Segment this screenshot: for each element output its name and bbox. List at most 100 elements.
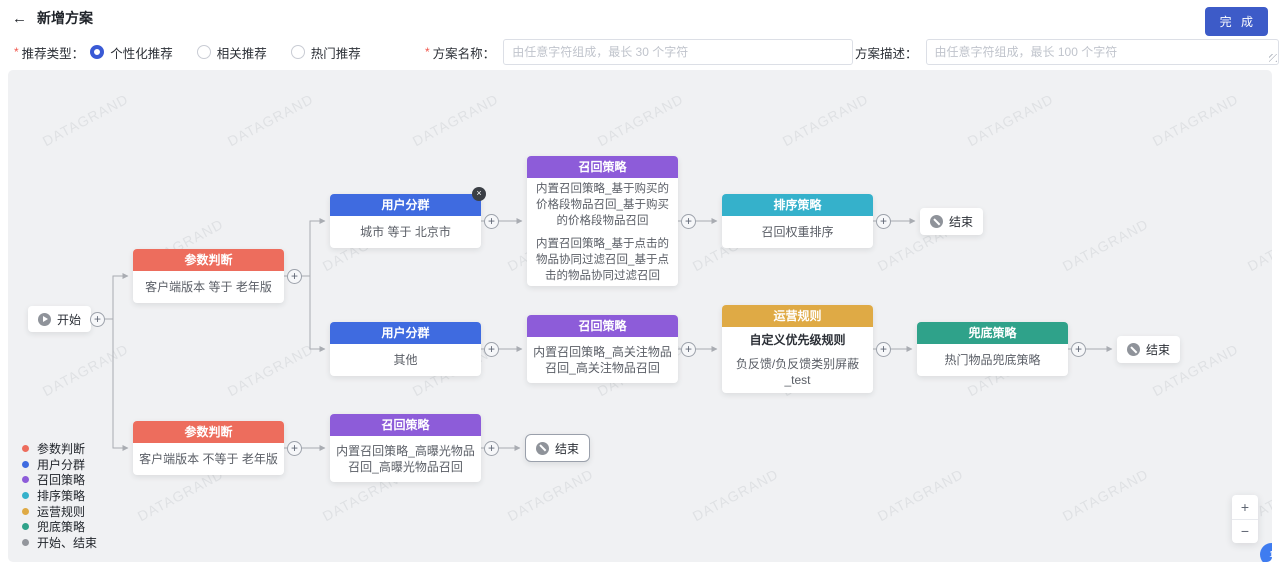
node-strategy: 内置召回策略_高曝光物品召回_高曝光物品召回 bbox=[336, 443, 475, 475]
add-node-button[interactable]: + bbox=[1071, 342, 1086, 357]
add-node-button[interactable]: + bbox=[876, 342, 891, 357]
legend-item: 排序策略 bbox=[22, 488, 97, 504]
legend-label: 运营规则 bbox=[37, 503, 85, 520]
node-condition: 客户端版本 不等于 老年版 bbox=[139, 451, 278, 467]
node-condition: 城市 等于 北京市 bbox=[360, 224, 451, 240]
legend-dot-segment bbox=[22, 461, 29, 468]
legend-dot-param bbox=[22, 445, 29, 452]
radio-label: 个性化推荐 bbox=[110, 43, 173, 62]
node-user-segment-2[interactable]: 用户分群 其他 bbox=[330, 322, 481, 376]
node-body: 内置召回策略_基于购买的价格段物品召回_基于购买的价格段物品召回 内置召回策略_… bbox=[527, 178, 678, 286]
legend-label: 兜底策略 bbox=[37, 518, 85, 535]
plan-name-input[interactable] bbox=[503, 39, 853, 65]
node-strategy: 内置召回策略_基于购买的价格段物品召回_基于购买的价格段物品召回 bbox=[533, 181, 672, 229]
node-param-judgment-1[interactable]: 参数判断 客户端版本 等于 老年版 bbox=[133, 249, 284, 303]
start-icon bbox=[38, 313, 51, 326]
node-fallback-strategy[interactable]: 兜底策略 热门物品兜底策略 bbox=[917, 322, 1068, 376]
back-icon[interactable]: ← bbox=[12, 10, 27, 27]
node-start[interactable]: 开始 bbox=[28, 306, 91, 332]
close-icon[interactable]: × bbox=[472, 187, 486, 201]
node-strategy: 内置召回策略_基于点击的物品协同过滤召回_基于点击的物品协同过滤召回 bbox=[533, 236, 672, 284]
node-end-label: 结束 bbox=[555, 440, 579, 457]
form-row: * 推荐类型： 个性化推荐 相关推荐 热门推荐 * 方案名称： 方案描述： bbox=[0, 36, 1280, 68]
add-node-button[interactable]: + bbox=[876, 214, 891, 229]
recommend-type-group: * 推荐类型： 个性化推荐 相关推荐 热门推荐 bbox=[14, 36, 385, 68]
legend-label: 召回策略 bbox=[37, 471, 85, 488]
zoom-out-button[interactable]: − bbox=[1232, 520, 1258, 544]
node-header: 用户分群 bbox=[330, 322, 481, 344]
node-rule-title: 自定义优先级规则 bbox=[749, 332, 845, 348]
legend-label: 开始、结束 bbox=[37, 534, 97, 551]
top-bar: ← 新增方案 完 成 bbox=[0, 0, 1280, 36]
node-end-1[interactable]: 结束 bbox=[920, 208, 983, 235]
radio-dot-icon[interactable] bbox=[197, 45, 211, 59]
flow-canvas[interactable]: DATAGRANDDATAGRANDDATAGRANDDATAGRANDDATA… bbox=[8, 70, 1272, 562]
node-header: 召回策略 bbox=[527, 156, 678, 178]
node-end-3[interactable]: 结束 bbox=[525, 434, 590, 462]
add-node-button[interactable]: + bbox=[484, 342, 499, 357]
legend-item: 兜底策略 bbox=[22, 519, 97, 535]
zoom-control: + − bbox=[1232, 495, 1258, 543]
node-strategy: 内置召回策略_高关注物品召回_高关注物品召回 bbox=[533, 344, 672, 376]
legend-dot-ops bbox=[22, 508, 29, 515]
node-strategy: 热门物品兜底策略 bbox=[944, 352, 1040, 368]
node-recall-strategy-3[interactable]: 召回策略 内置召回策略_高曝光物品召回_高曝光物品召回 bbox=[330, 414, 481, 482]
finish-button[interactable]: 完 成 bbox=[1205, 7, 1268, 36]
node-body: 召回权重排序 bbox=[722, 216, 873, 248]
node-body: 自定义优先级规则 负反馈/负反馈类别屏蔽_test bbox=[722, 327, 873, 393]
legend-dot-startend bbox=[22, 539, 29, 546]
node-user-segment-1[interactable]: 用户分群 城市 等于 北京市 × bbox=[330, 194, 481, 248]
radio-personalized[interactable]: 个性化推荐 bbox=[90, 43, 173, 62]
add-node-button[interactable]: + bbox=[681, 214, 696, 229]
node-condition: 客户端版本 等于 老年版 bbox=[145, 279, 272, 295]
add-node-button[interactable]: + bbox=[287, 441, 302, 456]
add-node-button[interactable]: + bbox=[681, 342, 696, 357]
legend-label: 用户分群 bbox=[37, 456, 85, 473]
add-node-button[interactable]: + bbox=[484, 441, 499, 456]
add-node-button[interactable]: + bbox=[287, 269, 302, 284]
node-sort-strategy[interactable]: 排序策略 召回权重排序 bbox=[722, 194, 873, 248]
legend-item: 运营规则 bbox=[22, 503, 97, 519]
node-type-legend: 参数判断 用户分群 召回策略 排序策略 运营规则 兜底策略 开始、结束 bbox=[22, 441, 97, 550]
node-end-label: 结束 bbox=[1146, 341, 1170, 358]
plan-name-label: 方案名称： bbox=[433, 43, 496, 62]
node-header: 用户分群 bbox=[330, 194, 481, 216]
node-body: 其他 bbox=[330, 344, 481, 376]
plan-desc-label: 方案描述： bbox=[855, 43, 918, 62]
radio-label: 热门推荐 bbox=[311, 43, 361, 62]
legend-item: 参数判断 bbox=[22, 441, 97, 457]
node-end-2[interactable]: 结束 bbox=[1117, 336, 1180, 363]
node-condition: 其他 bbox=[393, 352, 417, 368]
add-node-button[interactable]: + bbox=[90, 312, 105, 327]
node-body: 城市 等于 北京市 bbox=[330, 216, 481, 248]
node-operation-rules[interactable]: 运营规则 自定义优先级规则 负反馈/负反馈类别屏蔽_test bbox=[722, 305, 873, 393]
zoom-in-button[interactable]: + bbox=[1232, 495, 1258, 519]
plan-desc-input[interactable] bbox=[926, 39, 1279, 65]
node-header: 召回策略 bbox=[527, 315, 678, 337]
node-body: 客户端版本 不等于 老年版 bbox=[133, 443, 284, 475]
legend-dot-fallback bbox=[22, 523, 29, 530]
required-mark: * bbox=[425, 45, 430, 59]
node-recall-strategy-1[interactable]: 召回策略 内置召回策略_基于购买的价格段物品召回_基于购买的价格段物品召回 内置… bbox=[527, 156, 678, 286]
node-param-judgment-2[interactable]: 参数判断 客户端版本 不等于 老年版 bbox=[133, 421, 284, 475]
node-header: 参数判断 bbox=[133, 421, 284, 443]
required-mark: * bbox=[14, 45, 19, 59]
add-node-button[interactable]: + bbox=[484, 214, 499, 229]
node-recall-strategy-2[interactable]: 召回策略 内置召回策略_高关注物品召回_高关注物品召回 bbox=[527, 315, 678, 383]
legend-item: 用户分群 bbox=[22, 456, 97, 472]
node-header: 排序策略 bbox=[722, 194, 873, 216]
radio-hot[interactable]: 热门推荐 bbox=[291, 43, 361, 62]
recommend-type-radios: 个性化推荐 相关推荐 热门推荐 bbox=[90, 43, 385, 62]
radio-related[interactable]: 相关推荐 bbox=[197, 43, 267, 62]
node-body: 内置召回策略_高曝光物品召回_高曝光物品召回 bbox=[330, 436, 481, 482]
legend-item: 开始、结束 bbox=[22, 534, 97, 550]
end-icon bbox=[930, 215, 943, 228]
node-rule: 负反馈/负反馈类别屏蔽_test bbox=[728, 356, 867, 388]
plan-name-group: * 方案名称： bbox=[425, 36, 853, 68]
node-end-label: 结束 bbox=[949, 213, 973, 230]
legend-dot-recall bbox=[22, 476, 29, 483]
radio-dot-icon[interactable] bbox=[291, 45, 305, 59]
legend-item: 召回策略 bbox=[22, 472, 97, 488]
radio-dot-checked-icon[interactable] bbox=[90, 45, 104, 59]
node-start-label: 开始 bbox=[57, 311, 81, 328]
